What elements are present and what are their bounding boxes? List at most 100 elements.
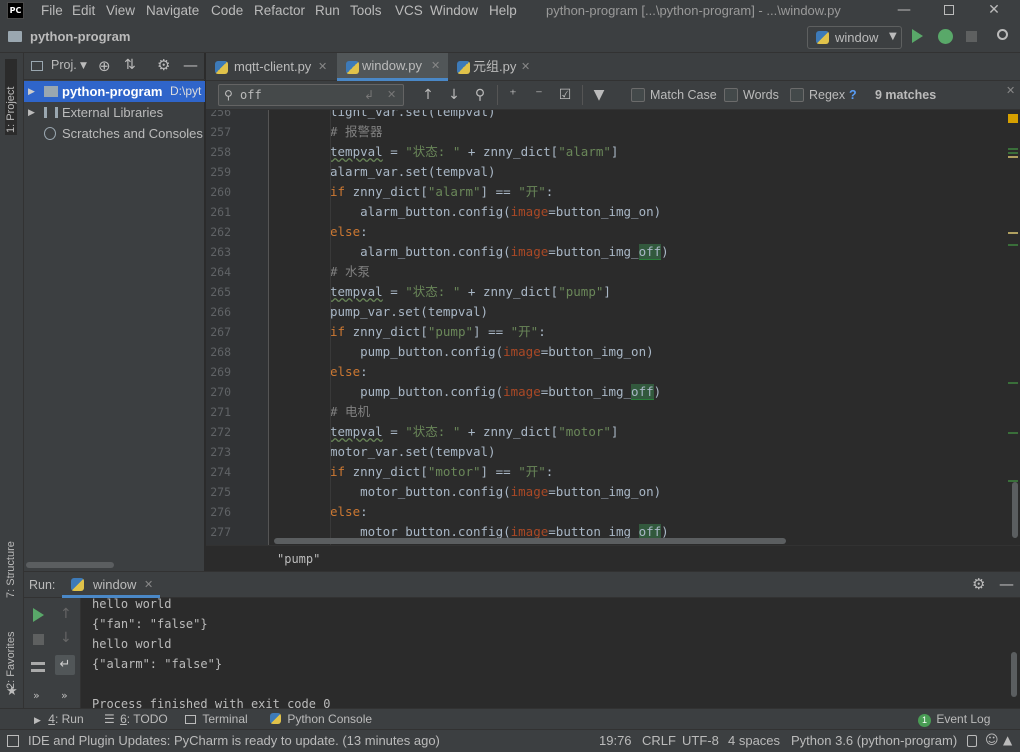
breadcrumb[interactable]: "pump": [277, 552, 320, 566]
editor-vertical-scrollbar[interactable]: [1012, 482, 1018, 538]
tree-item-external-libraries[interactable]: ▶ External Libraries: [24, 102, 205, 123]
hide-panel-icon[interactable]: —: [999, 575, 1014, 593]
close-window-button[interactable]: ✕: [972, 0, 1016, 22]
search-match-marker[interactable]: [1008, 244, 1018, 246]
menu-tools[interactable]: Tools: [350, 2, 382, 19]
lock-icon[interactable]: [967, 735, 977, 747]
menu-edit[interactable]: Edit: [72, 2, 95, 19]
gear-icon[interactable]: ⚙: [972, 575, 985, 593]
line-separator[interactable]: CRLF: [642, 733, 676, 748]
locate-icon[interactable]: ⊕: [98, 57, 111, 75]
minimize-button[interactable]: —: [882, 0, 926, 22]
rerun-icon[interactable]: [33, 608, 44, 622]
status-message[interactable]: IDE and Plugin Updates: PyCharm is ready…: [28, 733, 440, 748]
regex-help-icon[interactable]: ?: [849, 88, 857, 102]
structure-tool-tab[interactable]: 7: Structure: [5, 518, 17, 598]
menu-navigate[interactable]: Navigate: [146, 2, 199, 19]
more-icon[interactable]: »: [33, 689, 40, 702]
more-icon[interactable]: »: [61, 689, 68, 702]
tool-event-log[interactable]: 1 Event Log: [918, 712, 990, 727]
hide-panel-icon[interactable]: —: [183, 56, 198, 74]
console-scrollbar[interactable]: [1011, 652, 1017, 697]
search-match-marker[interactable]: [1008, 232, 1018, 234]
menu-refactor[interactable]: Refactor: [254, 2, 305, 19]
close-tab-icon[interactable]: ✕: [521, 53, 530, 81]
remove-occurrence-icon[interactable]: ⁻: [530, 86, 548, 104]
maximize-button[interactable]: [927, 0, 971, 22]
menu-run[interactable]: Run: [315, 2, 340, 19]
folder-icon: [8, 31, 22, 42]
menu-help[interactable]: Help: [489, 2, 517, 19]
toggle-tool-windows-icon[interactable]: [7, 735, 19, 747]
regex-checkbox[interactable]: [790, 88, 804, 102]
python-interpreter[interactable]: Python 3.6 (python-program): [791, 733, 957, 748]
search-match-marker[interactable]: [1008, 152, 1018, 154]
menu-view[interactable]: View: [106, 2, 135, 19]
close-tab-icon[interactable]: ✕: [144, 578, 153, 591]
up-arrow-icon[interactable]: ↑: [60, 606, 72, 622]
gear-icon[interactable]: ⚙: [157, 56, 170, 74]
down-arrow-icon[interactable]: ↓: [60, 630, 72, 646]
next-occurrence-icon[interactable]: ↓: [445, 86, 463, 104]
tree-item-python-program[interactable]: ▶ python-program D:\pyt: [24, 81, 205, 102]
previous-occurrence-icon[interactable]: ↑: [419, 86, 437, 104]
cursor-position[interactable]: 19:76: [599, 733, 632, 748]
notifications-icon[interactable]: ▲: [1003, 733, 1012, 747]
editor-horizontal-scrollbar[interactable]: [274, 538, 786, 544]
tool-python-console[interactable]: Python Console: [270, 712, 372, 726]
search-everywhere-icon[interactable]: [997, 29, 1008, 40]
project-view-selector[interactable]: Proj.: [51, 58, 77, 72]
stop-icon[interactable]: [966, 31, 977, 42]
tool-run[interactable]: ▶ 4: Run: [34, 712, 84, 726]
tool-todo[interactable]: ☰ 6: TODO: [104, 712, 168, 726]
menu-vcs[interactable]: VCS: [395, 2, 423, 19]
nav-project-name[interactable]: python-program: [30, 29, 130, 44]
code-line: else:: [330, 364, 368, 379]
stop-icon[interactable]: [33, 634, 44, 645]
code-editor[interactable]: 256 257 258 259 260 261 262 263 264 265 …: [206, 110, 1020, 545]
menu-file[interactable]: File: [41, 2, 63, 19]
new-line-icon[interactable]: ↲: [364, 85, 374, 105]
clear-search-icon[interactable]: ✕: [387, 85, 396, 105]
menu-code[interactable]: Code: [211, 2, 243, 19]
search-query: off: [240, 88, 262, 102]
inspector-icon[interactable]: ☺: [985, 733, 999, 748]
debug-icon[interactable]: [938, 29, 953, 44]
collapse-all-icon[interactable]: ⇅: [124, 57, 136, 73]
horizontal-scrollbar[interactable]: [26, 562, 114, 568]
search-match-marker[interactable]: [1008, 432, 1018, 434]
match-case-checkbox[interactable]: [631, 88, 645, 102]
favorites-tool-tab[interactable]: 2: Favorites: [5, 619, 17, 689]
layout-icon[interactable]: [31, 662, 45, 672]
chevron-down-icon: ▼: [889, 31, 897, 42]
find-all-icon[interactable]: ⚲: [471, 86, 489, 104]
close-tab-icon[interactable]: ✕: [431, 53, 440, 79]
search-match-marker[interactable]: [1008, 382, 1018, 384]
indent-setting[interactable]: 4 spaces: [728, 733, 780, 748]
soft-wrap-icon[interactable]: ↵: [55, 655, 75, 675]
close-search-icon[interactable]: ✕: [1006, 84, 1015, 97]
line-number: 266: [210, 305, 231, 319]
line-number: 277: [210, 525, 231, 539]
project-tool-tab[interactable]: 1: Project: [5, 59, 17, 135]
file-encoding[interactable]: UTF-8: [682, 733, 719, 748]
menu-window[interactable]: Window: [430, 2, 478, 19]
words-checkbox[interactable]: [724, 88, 738, 102]
python-icon: [816, 31, 829, 44]
filter-icon[interactable]: ▼: [590, 86, 608, 104]
tab-yuanzu[interactable]: 元组.py ✕: [449, 53, 539, 81]
add-occurrence-icon[interactable]: ⁺: [504, 86, 522, 104]
search-match-marker[interactable]: [1008, 148, 1018, 150]
search-match-marker[interactable]: [1008, 156, 1018, 158]
close-tab-icon[interactable]: ✕: [318, 53, 327, 81]
tab-window[interactable]: window.py ✕: [337, 53, 448, 81]
tool-terminal[interactable]: Terminal: [185, 712, 248, 726]
tab-mqtt-client[interactable]: mqtt-client.py ✕: [206, 53, 336, 81]
run-icon[interactable]: [912, 29, 923, 43]
tree-item-scratches[interactable]: Scratches and Consoles: [24, 123, 205, 144]
search-input[interactable]: ⚲ off ↲ ✕: [218, 84, 404, 106]
warning-indicator-icon[interactable]: [1008, 114, 1018, 123]
select-all-occurrences-icon[interactable]: ☑: [556, 86, 574, 104]
tool-python-console-label: Python Console: [287, 712, 373, 726]
run-config-selector[interactable]: window ▼: [807, 26, 902, 49]
